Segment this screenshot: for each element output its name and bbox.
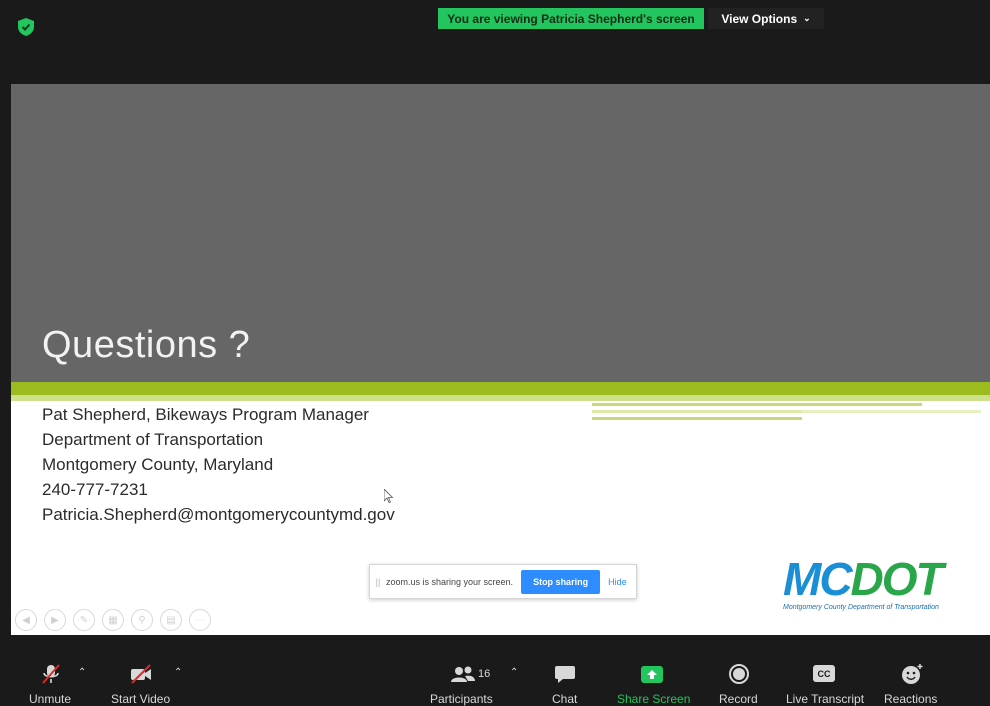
- participants-button[interactable]: 16 Participants: [428, 635, 498, 706]
- slide-stripe: [592, 417, 802, 420]
- live-transcript-label: Live Transcript: [786, 692, 865, 706]
- share-screen-label: Share Screen: [617, 692, 691, 706]
- closed-captions-icon: CC: [813, 665, 835, 682]
- contact-info: Pat Shepherd, Bikeways Program Manager D…: [42, 402, 395, 527]
- logo-mc: MC: [783, 553, 853, 605]
- stop-sharing-button[interactable]: Stop sharing: [521, 569, 601, 594]
- muted-microphone-icon: [42, 664, 60, 684]
- reactions-button[interactable]: Reactions: [882, 635, 940, 706]
- unmute-button[interactable]: Unmute: [22, 635, 80, 706]
- subtitles-icon[interactable]: ▤: [160, 609, 182, 631]
- slide-show-controls: ◀ ▶ ✎ ▦ ⚲ ▤ ⋯: [15, 609, 211, 631]
- logo-dot: DOT: [850, 553, 944, 605]
- slide-accent-band: [11, 382, 990, 395]
- slide-title: Questions ?: [42, 324, 251, 366]
- contact-phone: 240-777-7231: [42, 480, 148, 499]
- slide-stripe: [592, 410, 812, 413]
- participants-icon: [451, 666, 475, 682]
- slide-stripe: [801, 410, 981, 413]
- drag-handle-icon[interactable]: ||: [370, 577, 386, 587]
- contact-county: Montgomery County, Maryland: [42, 455, 274, 474]
- unmute-label: Unmute: [29, 692, 72, 706]
- viewing-screen-banner: You are viewing Patricia Shepherd's scre…: [438, 8, 704, 29]
- zoom-magnifier-icon[interactable]: ⚲: [131, 609, 153, 631]
- logo-subtitle: Montgomery County Department of Transpor…: [783, 604, 939, 611]
- share-screen-icon: [641, 666, 663, 683]
- chat-label: Chat: [552, 692, 578, 706]
- mcdot-logo-mark: MCDOT: [783, 553, 944, 605]
- zoom-meeting-window: You are viewing Patricia Shepherd's scre…: [0, 0, 990, 706]
- slide-accent-band-light: [11, 395, 990, 401]
- start-video-label: Start Video: [111, 692, 171, 706]
- chat-bubble-icon: [555, 666, 575, 683]
- slides-grid-icon[interactable]: ▦: [102, 609, 124, 631]
- live-transcript-button[interactable]: CC Live Transcript: [784, 635, 868, 706]
- record-button[interactable]: Record: [716, 635, 762, 706]
- next-slide-icon[interactable]: ▶: [44, 609, 66, 631]
- sharing-message: zoom.us is sharing your screen.: [386, 576, 514, 587]
- previous-slide-icon[interactable]: ◀: [15, 609, 37, 631]
- contact-email: Patricia.Shepherd@montgomerycountymd.gov: [42, 505, 395, 524]
- slide-stripe: [592, 403, 922, 406]
- screen-sharing-notice: || zoom.us is sharing your screen. Stop …: [369, 564, 637, 599]
- chevron-down-icon: ⌄: [803, 13, 811, 23]
- encryption-shield-icon[interactable]: [18, 18, 34, 36]
- record-label: Record: [719, 692, 758, 706]
- mouse-cursor-icon: [384, 489, 394, 503]
- meeting-toolbar: Unmute ⌃ Start Video ⌃ 16 Participants ⌃: [0, 635, 990, 706]
- more-options-icon[interactable]: ⋯: [189, 609, 211, 631]
- video-options-caret-icon[interactable]: ⌃: [174, 667, 182, 678]
- share-screen-button[interactable]: Share Screen: [614, 635, 690, 706]
- chat-button[interactable]: Chat: [548, 635, 582, 706]
- pen-icon[interactable]: ✎: [73, 609, 95, 631]
- audio-options-caret-icon[interactable]: ⌃: [78, 667, 86, 678]
- start-video-button[interactable]: Start Video: [108, 635, 174, 706]
- participants-count: 16: [478, 668, 491, 680]
- reactions-smiley-icon: [902, 664, 923, 684]
- view-options-button[interactable]: View Options ⌄: [708, 8, 824, 29]
- hide-button[interactable]: Hide: [608, 577, 627, 587]
- participants-caret-icon[interactable]: ⌃: [510, 667, 518, 678]
- reactions-label: Reactions: [884, 692, 938, 706]
- mcdot-logo: MCDOT Montgomery County Department of Tr…: [783, 553, 944, 611]
- participants-label: Participants: [430, 692, 493, 706]
- contact-department: Department of Transportation: [42, 430, 264, 449]
- record-icon: [729, 664, 749, 684]
- contact-name: Pat Shepherd, Bikeways Program Manager: [42, 405, 369, 424]
- shared-screen: Questions ? Pat Shepherd, Bikeways Progr…: [11, 84, 990, 635]
- view-options-label: View Options: [721, 11, 798, 26]
- video-off-icon: [131, 664, 151, 684]
